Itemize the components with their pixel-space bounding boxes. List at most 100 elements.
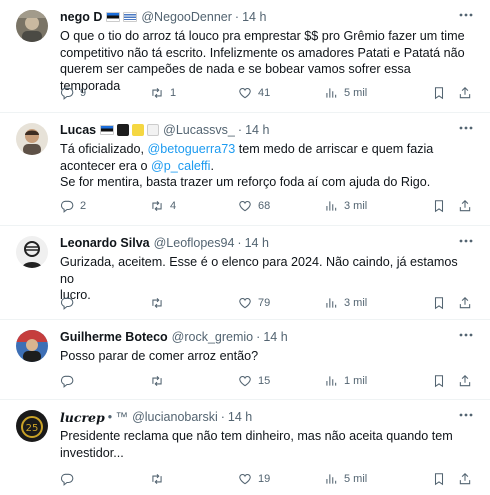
tweet-actions: 9 1 41 5 mil <box>60 84 490 102</box>
views-icon <box>326 376 337 386</box>
user-handle[interactable]: @rock_gremio <box>172 330 253 344</box>
display-name[interactable]: nego D <box>60 10 102 24</box>
bookmark-icon <box>434 375 444 388</box>
more-icon[interactable] <box>456 327 476 343</box>
avatar[interactable] <box>16 236 48 268</box>
retweet-icon <box>152 87 162 99</box>
view-count: 1 mil <box>344 375 368 387</box>
mention-link[interactable]: @betoguerra73 <box>148 142 236 156</box>
display-name[interactable]: lucrep <box>60 410 105 425</box>
tweet[interactable]: Leonardo Silva @Leoflopes94 · 14 h Guriz… <box>0 226 490 320</box>
bookmark-button[interactable] <box>432 86 446 100</box>
name-emojis <box>100 124 160 136</box>
bookmark-icon <box>434 200 444 213</box>
display-name[interactable]: Leonardo Silva <box>60 236 150 250</box>
user-handle[interactable]: @Leoflopes94 <box>154 236 235 250</box>
share-button[interactable] <box>458 374 472 388</box>
like-button[interactable]: 68 <box>238 199 270 213</box>
share-icon <box>459 375 471 387</box>
reply-button[interactable]: 2 <box>60 199 86 213</box>
reply-icon <box>60 200 74 213</box>
like-button[interactable]: 41 <box>238 86 270 100</box>
views-button[interactable]: 1 mil <box>324 374 367 388</box>
tweet-actions: 79 3 mil <box>60 294 490 312</box>
like-button[interactable]: 15 <box>238 374 270 388</box>
bookmark-icon <box>434 473 444 486</box>
timestamp[interactable]: 14 h <box>228 410 252 424</box>
display-name[interactable]: Guilherme Boteco <box>60 330 168 344</box>
tweet[interactable]: Guilherme Boteco @rock_gremio · 14 h Pos… <box>0 320 490 400</box>
like-count: 15 <box>258 375 271 387</box>
tweet-text: Presidente reclama que não tem dinheiro,… <box>60 429 453 460</box>
separator-dot: · <box>234 10 240 24</box>
view-count: 3 mil <box>344 297 368 309</box>
bookmark-button[interactable] <box>432 296 446 310</box>
share-button[interactable] <box>458 199 472 213</box>
like-button[interactable]: 19 <box>238 472 270 486</box>
retweet-button[interactable] <box>150 472 164 486</box>
view-count: 3 mil <box>344 200 368 212</box>
heart-icon <box>239 201 251 212</box>
more-icon[interactable] <box>456 407 476 423</box>
share-icon <box>459 473 471 485</box>
like-button[interactable]: 79 <box>238 296 270 310</box>
bookmark-icon <box>434 297 444 310</box>
heart-icon <box>239 376 251 387</box>
reply-icon <box>60 375 74 388</box>
avatar[interactable]: 25 <box>16 410 48 442</box>
share-button[interactable] <box>458 296 472 310</box>
bookmark-button[interactable] <box>432 199 446 213</box>
tweet[interactable]: Lucas @Lucassvs_ · 14 h Tá oficializado,… <box>0 113 490 226</box>
reply-button[interactable] <box>60 296 74 310</box>
retweet-count: 4 <box>170 200 177 212</box>
mention-link[interactable]: @p_caleffi <box>151 159 210 173</box>
tweet-actions: 2 4 68 3 mil <box>60 197 490 215</box>
timestamp[interactable]: 14 h <box>242 10 266 24</box>
bookmark-button[interactable] <box>432 374 446 388</box>
user-handle[interactable]: @Lucassvs_ <box>163 123 235 137</box>
timestamp[interactable]: 14 h <box>245 236 269 250</box>
yellow-square-icon <box>132 124 145 136</box>
display-name[interactable]: Lucas <box>60 123 96 137</box>
reply-icon <box>60 473 74 486</box>
retweet-button[interactable]: 4 <box>150 199 176 213</box>
views-button[interactable]: 3 mil <box>324 296 367 310</box>
avatar[interactable] <box>16 123 48 155</box>
tweet[interactable]: 25 lucrep • ™ @lucianobarski · 14 h Pres… <box>0 400 490 495</box>
bookmark-icon <box>434 87 444 100</box>
retweet-icon <box>152 375 162 387</box>
views-button[interactable]: 5 mil <box>324 86 367 100</box>
user-handle[interactable]: @NegooDenner <box>141 10 232 24</box>
share-button[interactable] <box>458 472 472 486</box>
timestamp[interactable]: 14 h <box>263 330 287 344</box>
more-icon[interactable] <box>456 7 476 23</box>
retweet-count: 1 <box>170 87 177 99</box>
separator-dot: · <box>237 236 242 250</box>
more-icon[interactable] <box>456 120 476 136</box>
heart-icon <box>239 474 251 485</box>
retweet-button[interactable] <box>150 374 164 388</box>
avatar[interactable] <box>16 10 48 42</box>
reply-count: 2 <box>80 200 87 212</box>
bookmark-button[interactable] <box>432 472 446 486</box>
tweet[interactable]: nego D @NegooDenner · 14 h O que o tio d… <box>0 0 490 113</box>
tweet-actions: 15 1 mil <box>60 372 490 390</box>
tweet-text: Tá oficializado, @betoguerra73 tem medo … <box>60 142 434 189</box>
views-button[interactable]: 5 mil <box>324 472 367 486</box>
flag-uruguay-icon <box>123 12 138 22</box>
user-handle[interactable]: @lucianobarski <box>132 410 218 424</box>
avatar[interactable] <box>16 330 48 362</box>
retweet-button[interactable] <box>150 296 164 310</box>
reply-icon <box>60 87 74 100</box>
reply-button[interactable]: 9 <box>60 86 86 100</box>
views-button[interactable]: 3 mil <box>324 199 367 213</box>
more-icon[interactable] <box>456 233 476 249</box>
name-emojis <box>106 12 138 22</box>
reply-button[interactable] <box>60 374 74 388</box>
view-count: 5 mil <box>344 87 368 99</box>
retweet-button[interactable]: 1 <box>150 86 176 100</box>
share-button[interactable] <box>458 86 472 100</box>
reply-button[interactable] <box>60 472 74 486</box>
timestamp[interactable]: 14 h <box>245 123 269 137</box>
views-icon <box>326 88 337 98</box>
